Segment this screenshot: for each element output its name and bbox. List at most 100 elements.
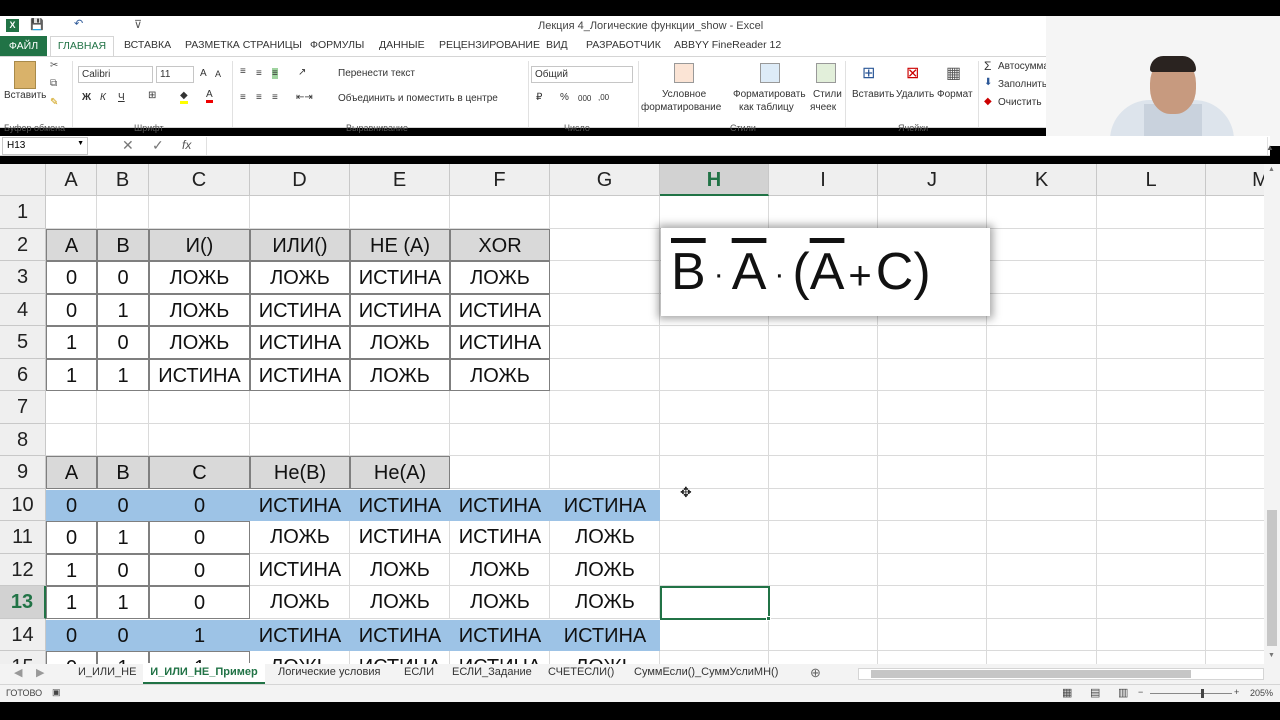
font-color-icon[interactable]: A bbox=[206, 89, 213, 103]
table1-header-cell[interactable]: A bbox=[46, 229, 97, 261]
tab-view[interactable]: ВИД bbox=[546, 39, 568, 51]
table2-cell[interactable]: ИСТИНА bbox=[250, 619, 350, 651]
table2-cell[interactable]: 0 bbox=[46, 651, 97, 664]
table1-cell[interactable]: ИСТИНА bbox=[250, 326, 350, 359]
worksheet-grid[interactable]: ABCDEFGHIJKLM 123456789101112131415 ABИ(… bbox=[0, 164, 1264, 664]
table2-cell[interactable]: ИСТИНА bbox=[350, 651, 450, 664]
table1-cell[interactable]: ЛОЖЬ bbox=[149, 326, 250, 359]
row-header-3[interactable]: 3 bbox=[0, 261, 46, 294]
tab-review[interactable]: РЕЦЕНЗИРОВАНИЕ bbox=[439, 39, 540, 51]
column-header-m[interactable]: M bbox=[1206, 164, 1264, 196]
table1-cell[interactable]: ИСТИНА bbox=[450, 326, 550, 359]
table1-cell[interactable]: 0 bbox=[97, 326, 149, 359]
tab-developer[interactable]: РАЗРАБОТЧИК bbox=[586, 39, 661, 51]
table2-cell[interactable]: 0 bbox=[149, 521, 250, 554]
select-all-corner[interactable] bbox=[0, 164, 46, 196]
sheet-tab-0[interactable]: И_ИЛИ_НЕ bbox=[78, 666, 136, 678]
column-header-f[interactable]: F bbox=[450, 164, 550, 196]
table2-cell[interactable]: ЛОЖЬ bbox=[250, 521, 350, 554]
row-header-13[interactable]: 13 bbox=[0, 586, 46, 619]
table2-header-cell[interactable]: C bbox=[149, 456, 250, 489]
name-box-dropdown-icon[interactable]: ▼ bbox=[77, 140, 84, 147]
format-cells-button[interactable]: Формат bbox=[937, 89, 973, 100]
column-header-g[interactable]: G bbox=[550, 164, 660, 196]
scroll-up-icon[interactable]: ▲ bbox=[1268, 166, 1275, 173]
table2-cell[interactable]: 0 bbox=[46, 619, 97, 651]
table2-cell[interactable]: ИСТИНА bbox=[350, 489, 450, 521]
row-header-5[interactable]: 5 bbox=[0, 326, 46, 359]
paste-button[interactable]: Вставить bbox=[4, 90, 46, 101]
table1-cell[interactable]: ЛОЖЬ bbox=[450, 359, 550, 391]
vertical-scrollbar[interactable]: ▲ ▼ bbox=[1264, 164, 1280, 664]
table1-header-cell[interactable]: B bbox=[97, 229, 149, 261]
tab-home[interactable]: ГЛАВНАЯ bbox=[50, 36, 114, 57]
row-header-9[interactable]: 9 bbox=[0, 456, 46, 489]
sheet-tab-active[interactable]: И_ИЛИ_НЕ_Пример bbox=[143, 663, 265, 684]
table2-cell[interactable]: ЛОЖЬ bbox=[550, 651, 660, 664]
column-header-b[interactable]: B bbox=[97, 164, 149, 196]
table2-cell[interactable]: 0 bbox=[46, 521, 97, 554]
table2-cell[interactable]: ИСТИНА bbox=[250, 489, 350, 521]
table2-cell[interactable]: ЛОЖЬ bbox=[250, 651, 350, 664]
table2-cell[interactable]: 0 bbox=[97, 619, 149, 651]
row-header-8[interactable]: 8 bbox=[0, 424, 46, 456]
cancel-icon[interactable]: ✕ bbox=[122, 137, 134, 154]
table2-cell[interactable]: ИСТИНА bbox=[350, 521, 450, 554]
table1-cell[interactable]: ЛОЖЬ bbox=[450, 261, 550, 294]
tab-formulas[interactable]: ФОРМУЛЫ bbox=[310, 39, 364, 51]
sheet-tab-2[interactable]: Логические условия bbox=[278, 666, 380, 678]
horizontal-scrollbar[interactable] bbox=[858, 668, 1264, 680]
underline-button[interactable]: Ч bbox=[118, 92, 125, 103]
sheet-tab-4[interactable]: ЕСЛИ_Задание bbox=[452, 666, 532, 678]
column-header-d[interactable]: D bbox=[250, 164, 350, 196]
row-header-15[interactable]: 15 bbox=[0, 651, 46, 664]
table2-cell[interactable]: 0 bbox=[149, 586, 250, 619]
row-header-11[interactable]: 11 bbox=[0, 521, 46, 554]
table2-cell[interactable]: ИСТИНА bbox=[450, 651, 550, 664]
tab-insert[interactable]: ВСТАВКА bbox=[124, 39, 171, 51]
italic-button[interactable]: К bbox=[100, 92, 106, 103]
table2-cell[interactable]: ИСТИНА bbox=[250, 554, 350, 586]
column-header-i[interactable]: I bbox=[769, 164, 878, 196]
vertical-scroll-thumb[interactable] bbox=[1267, 510, 1277, 646]
row-header-14[interactable]: 14 bbox=[0, 619, 46, 651]
table2-cell[interactable]: ЛОЖЬ bbox=[450, 554, 550, 586]
fill-color-icon[interactable]: ◆ bbox=[180, 90, 188, 104]
table2-cell[interactable]: 1 bbox=[46, 554, 97, 586]
table2-cell[interactable]: ЛОЖЬ bbox=[350, 554, 450, 586]
undo-icon[interactable]: ↶ bbox=[74, 17, 83, 30]
table1-cell[interactable]: 0 bbox=[97, 261, 149, 294]
table1-header-cell[interactable]: И() bbox=[149, 229, 250, 261]
table2-cell[interactable]: ИСТИНА bbox=[450, 489, 550, 521]
active-cell-h13[interactable] bbox=[660, 586, 770, 620]
number-format-select[interactable]: Общий bbox=[531, 66, 633, 83]
align-middle-icon[interactable]: ≡ bbox=[256, 68, 262, 79]
tab-data[interactable]: ДАННЫЕ bbox=[379, 39, 425, 51]
table1-cell[interactable]: ИСТИНА bbox=[350, 261, 450, 294]
row-header-12[interactable]: 12 bbox=[0, 554, 46, 586]
decimal-icon[interactable]: ,00 bbox=[598, 93, 609, 102]
table2-cell[interactable]: 1 bbox=[46, 586, 97, 619]
sheet-tab-5[interactable]: СЧЕТЕСЛИ() bbox=[548, 666, 614, 678]
table1-cell[interactable]: 0 bbox=[46, 261, 97, 294]
table1-cell[interactable]: 1 bbox=[46, 326, 97, 359]
table1-cell[interactable]: 1 bbox=[46, 359, 97, 391]
zoom-slider-thumb[interactable] bbox=[1201, 689, 1204, 698]
table1-cell[interactable]: ИСТИНА bbox=[250, 359, 350, 391]
row-header-7[interactable]: 7 bbox=[0, 391, 46, 424]
autosum-button[interactable]: Автосумма bbox=[998, 61, 1049, 72]
table1-cell[interactable]: ЛОЖЬ bbox=[149, 261, 250, 294]
currency-icon[interactable]: ₽ bbox=[536, 92, 542, 103]
tab-abbyy[interactable]: ABBYY FineReader 12 bbox=[674, 39, 781, 51]
clear-button[interactable]: Очистить bbox=[998, 97, 1042, 108]
table2-cell[interactable]: 0 bbox=[46, 489, 97, 521]
align-right-icon[interactable]: ≡ bbox=[272, 92, 278, 103]
add-sheet-icon[interactable]: ⊕ bbox=[810, 665, 821, 681]
table2-header-cell[interactable]: Не(А) bbox=[350, 456, 450, 489]
table1-cell[interactable]: ИСТИНА bbox=[250, 294, 350, 326]
table1-header-cell[interactable]: ИЛИ() bbox=[250, 229, 350, 261]
tab-page-layout[interactable]: РАЗМЕТКА СТРАНИЦЫ bbox=[185, 39, 302, 51]
borders-icon[interactable]: ⊞ bbox=[148, 90, 156, 101]
sheet-tab-3[interactable]: ЕСЛИ bbox=[404, 666, 434, 678]
format-as-table-button[interactable]: Форматировать bbox=[733, 89, 806, 100]
